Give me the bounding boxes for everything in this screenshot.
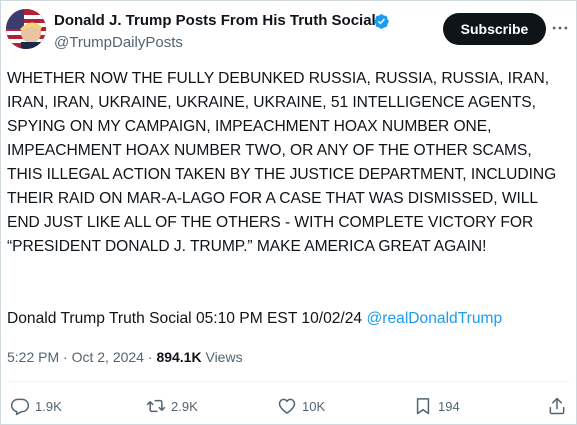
post-time[interactable]: 5:22 PM: [7, 349, 59, 365]
reply-button[interactable]: 1.9K: [10, 395, 62, 417]
like-button[interactable]: 10K: [277, 395, 325, 417]
meta-separator: ·: [147, 349, 153, 365]
author-handle[interactable]: @TrumpDailyPosts: [54, 34, 183, 51]
repost-button[interactable]: 2.9K: [146, 395, 198, 417]
views-label: Views: [205, 349, 243, 365]
avatar[interactable]: [6, 9, 46, 49]
views-count: 894.1K: [156, 349, 202, 365]
share-button[interactable]: [547, 395, 567, 417]
like-icon: [278, 398, 296, 414]
repost-count: 2.9K: [171, 398, 198, 414]
post-text: WHETHER NOW THE FULLY DEBUNKED RUSSIA, R…: [7, 70, 557, 255]
bookmark-icon: [416, 398, 430, 415]
subscribe-button[interactable]: Subscribe: [443, 13, 546, 45]
verified-badge-icon: [374, 14, 389, 29]
reply-icon: [10, 398, 30, 416]
share-icon: [549, 397, 565, 415]
like-count: 10K: [302, 398, 326, 414]
post-card: Donald J. Trump Posts From His Truth Soc…: [0, 0, 577, 425]
meta-separator: ·: [63, 349, 68, 365]
post-meta: 5:22 PM · Oct 2, 2024 · 894.1K Views: [7, 347, 243, 367]
reply-count: 1.9K: [35, 398, 62, 414]
post-date[interactable]: Oct 2, 2024: [72, 349, 144, 365]
mention-link[interactable]: @realDonaldTrump: [366, 310, 502, 327]
post-header: Donald J. Trump Posts From His Truth Soc…: [1, 1, 576, 61]
post-signature: Donald Trump Truth Social 05:10 PM EST 1…: [7, 307, 502, 331]
action-bar: 1.9K 2.9K 10K 194: [1, 395, 576, 419]
repost-icon: [146, 399, 166, 413]
author-name[interactable]: Donald J. Trump Posts From His Truth Soc…: [54, 12, 376, 29]
bookmark-button[interactable]: 194: [413, 395, 460, 417]
divider: [7, 381, 569, 382]
more-icon[interactable]: [550, 18, 570, 38]
bookmark-count: 194: [438, 398, 460, 414]
signature-text: Donald Trump Truth Social 05:10 PM EST 1…: [7, 310, 363, 327]
